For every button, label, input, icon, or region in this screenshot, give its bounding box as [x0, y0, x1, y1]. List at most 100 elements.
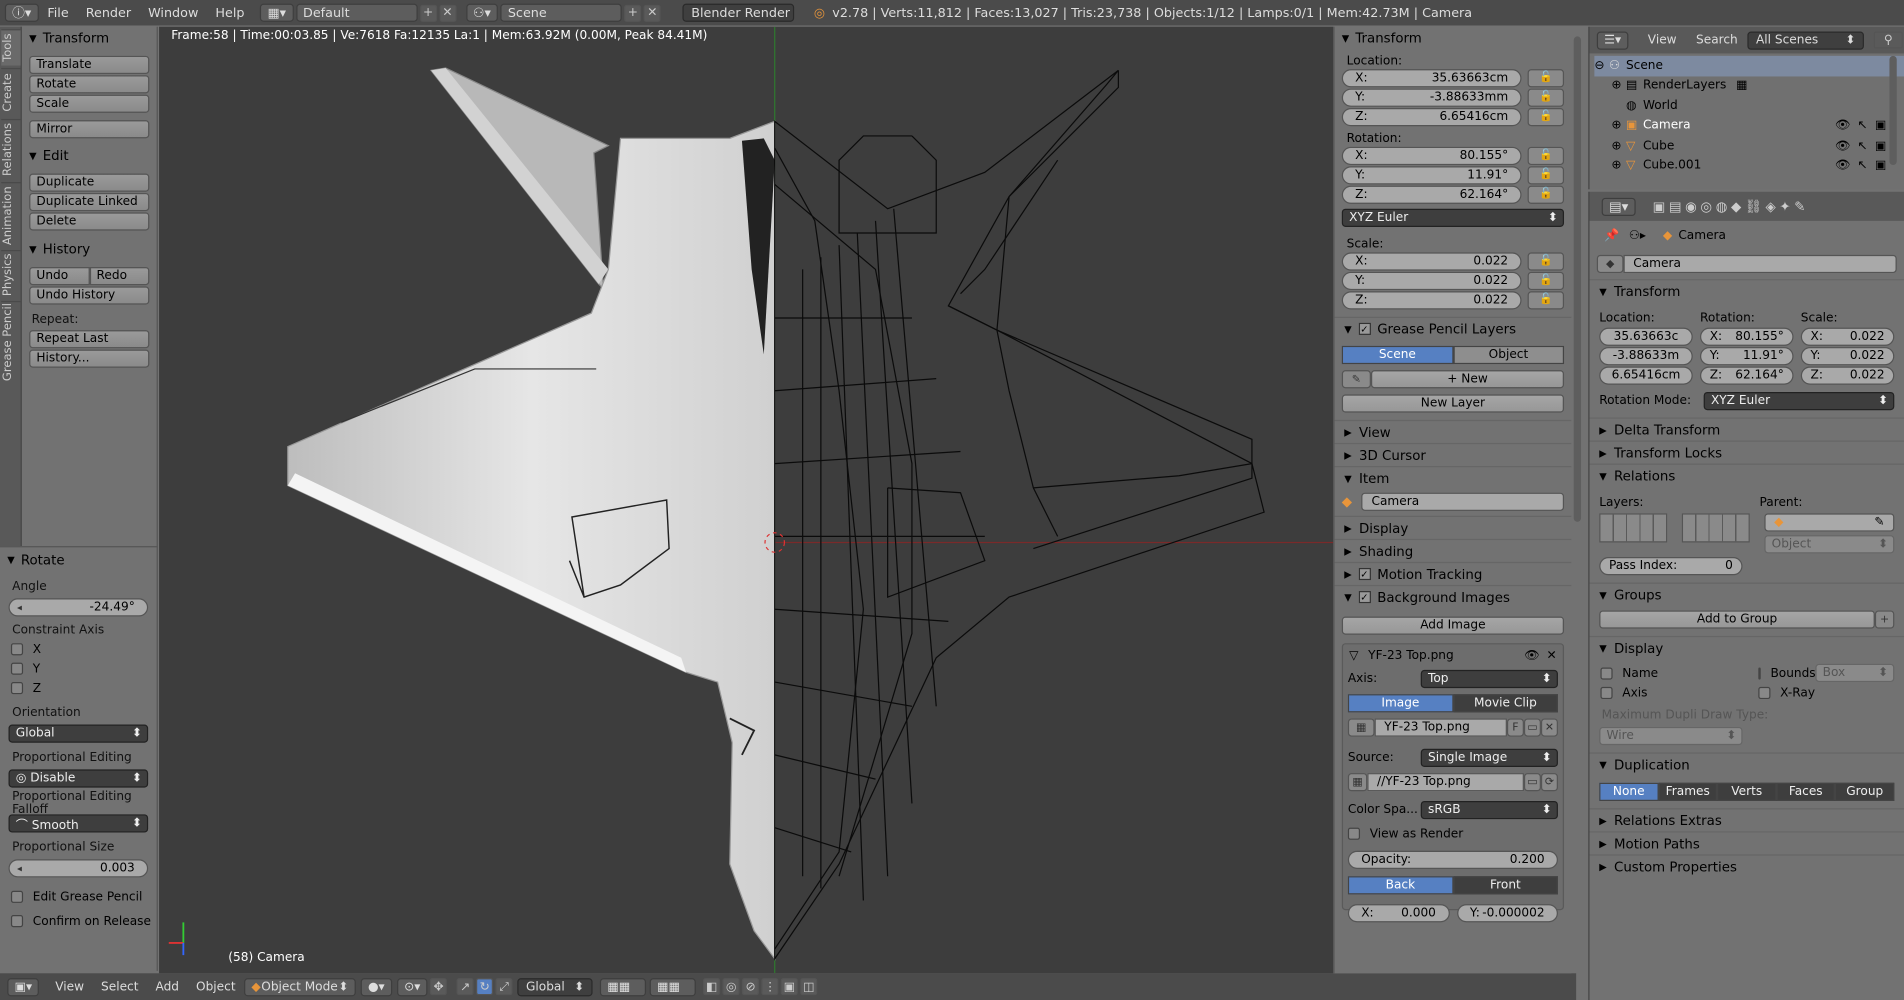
- layout-icon[interactable]: ▦▾: [260, 3, 294, 22]
- lock-icon[interactable]: 🔓: [1527, 290, 1565, 309]
- scale-z-field[interactable]: Z: 0.022: [1800, 366, 1895, 385]
- outliner-scrollbar[interactable]: [1889, 55, 1897, 166]
- snap-element-icon[interactable]: ⋮: [761, 978, 779, 996]
- checkbox-icon[interactable]: ✓: [1358, 591, 1372, 604]
- layers-grid-2[interactable]: ▦▦: [649, 977, 697, 996]
- lock-icon[interactable]: 🔓: [1527, 271, 1565, 290]
- lock-icon[interactable]: 🔓: [1527, 185, 1565, 204]
- shading-panel-header[interactable]: ▶ Shading: [1334, 538, 1572, 562]
- custom-properties-panel-header[interactable]: ▶ Custom Properties: [1589, 854, 1904, 877]
- name-checkbox[interactable]: Name: [1590, 664, 1748, 683]
- item-name-field[interactable]: Camera: [1361, 492, 1565, 511]
- menu-add[interactable]: Add: [147, 980, 188, 993]
- dupli-frames-option[interactable]: Frames: [1658, 782, 1718, 801]
- path-field[interactable]: //YF-23 Top.png: [1367, 773, 1524, 792]
- location-y-field[interactable]: Y: -3.88633mm: [1341, 87, 1522, 107]
- image-file-field[interactable]: YF-23 Top.png: [1374, 718, 1507, 737]
- gp-layers-panel-header[interactable]: ▼ ✓ Grease Pencil Layers: [1334, 316, 1572, 340]
- tab-relations[interactable]: Relations: [1, 118, 21, 180]
- image-option[interactable]: Image: [1347, 694, 1453, 713]
- lock-icon[interactable]: 🔓: [1527, 251, 1565, 271]
- rotation-mode-select[interactable]: XYZ Euler ⬍: [1703, 391, 1895, 411]
- operator-panel-header[interactable]: ▼ Rotate: [0, 549, 157, 571]
- delete-button[interactable]: Delete: [29, 212, 150, 231]
- angle-field[interactable]: ◂ -24.49°: [8, 598, 149, 617]
- duplicate-button[interactable]: Duplicate: [29, 173, 150, 192]
- edit-panel-header[interactable]: ▼ Edit: [22, 144, 157, 166]
- display-mode-select[interactable]: All Scenes ⬍: [1747, 30, 1865, 50]
- duplication-panel-header[interactable]: ▼ Duplication: [1589, 752, 1904, 775]
- scale-manip-icon[interactable]: ⤢: [495, 978, 513, 996]
- opacity-field[interactable]: Opacity: 0.200: [1347, 850, 1558, 869]
- edit-grease-pencil-checkbox[interactable]: Edit Grease Pencil: [0, 885, 157, 909]
- outliner-item-cube001[interactable]: ⊕ ▽ Cube.001 👁 ↖ ▣: [1594, 156, 1904, 176]
- menu-view[interactable]: View: [1648, 33, 1677, 46]
- fake-user-button[interactable]: F: [1506, 718, 1524, 737]
- menu-search[interactable]: Search: [1696, 33, 1738, 46]
- rotation-mode-select[interactable]: XYZ Euler ⬍: [1341, 208, 1565, 227]
- pin-icon[interactable]: 📌: [1604, 229, 1619, 242]
- camera-render-icon[interactable]: ◫: [800, 978, 818, 996]
- transform-locks-panel-header[interactable]: ▶ Transform Locks: [1589, 440, 1904, 464]
- tab-tools[interactable]: Tools: [1, 29, 21, 66]
- eye-icon[interactable]: 👁: [1835, 119, 1850, 132]
- xray-checkbox[interactable]: X-Ray: [1747, 683, 1815, 702]
- menu-window[interactable]: Window: [140, 5, 207, 20]
- outliner-item-renderlayers[interactable]: ⊕ ▤ RenderLayers ▦: [1594, 76, 1904, 96]
- dupli-draw-type-select[interactable]: Wire ⬍: [1599, 726, 1743, 746]
- checkbox-icon[interactable]: ✓: [1358, 322, 1372, 335]
- back-option[interactable]: Back: [1347, 876, 1453, 895]
- object-name-field[interactable]: Camera: [1623, 254, 1897, 274]
- orientation-select[interactable]: Global ⬍: [517, 977, 593, 996]
- location-x-field[interactable]: X: 35.63663cm: [1341, 68, 1522, 87]
- redo-button[interactable]: Redo: [89, 266, 150, 286]
- rotation-z-field[interactable]: Z: 62.164°: [1341, 185, 1522, 204]
- lock-icon[interactable]: 🔓: [1527, 146, 1565, 165]
- history-panel-header[interactable]: ▼ History: [22, 238, 157, 260]
- colorspace-select[interactable]: sRGB ⬍: [1420, 800, 1558, 819]
- groups-panel-header[interactable]: ▼ Groups: [1589, 582, 1904, 606]
- prop-size-field[interactable]: ◂ 0.003: [8, 859, 149, 878]
- add-image-button[interactable]: Add Image: [1341, 616, 1565, 635]
- editor-type-outliner[interactable]: ☰▾: [1596, 30, 1629, 50]
- object-browse-icon[interactable]: ◆: [1596, 254, 1624, 274]
- delta-transform-panel-header[interactable]: ▶ Delta Transform: [1589, 417, 1904, 440]
- menu-file[interactable]: File: [39, 5, 77, 20]
- location-y-field[interactable]: -3.88633m: [1599, 347, 1693, 366]
- reload-icon[interactable]: ⟳: [1540, 773, 1558, 792]
- location-z-field[interactable]: 6.65416cm: [1599, 366, 1693, 385]
- layout-select[interactable]: Default: [295, 3, 418, 22]
- remove-layout-icon[interactable]: ✕: [439, 4, 457, 22]
- outliner-item-world[interactable]: ◍ World: [1594, 96, 1904, 116]
- snap-icon[interactable]: ⊘: [742, 978, 760, 996]
- constraint-x-checkbox[interactable]: X: [0, 640, 157, 659]
- tab-animation[interactable]: Animation: [1, 182, 21, 248]
- bg-image-header[interactable]: ▽ YF-23 Top.png 👁 ✕: [1343, 644, 1563, 666]
- lock-icon[interactable]: 🔓: [1527, 68, 1565, 87]
- scene-select[interactable]: Scene: [500, 3, 622, 22]
- prop-edit-select[interactable]: ◎ Disable ⬍: [8, 769, 149, 788]
- undo-button[interactable]: Undo: [29, 266, 90, 286]
- cursor-icon[interactable]: ↖: [1858, 139, 1868, 152]
- axis-checkbox[interactable]: Axis: [1590, 683, 1748, 702]
- repeat-last-button[interactable]: Repeat Last: [29, 330, 150, 349]
- tab-create[interactable]: Create: [1, 67, 21, 117]
- location-z-field[interactable]: Z: 6.65416cm: [1341, 107, 1522, 126]
- cursor-icon[interactable]: ↖: [1858, 159, 1868, 172]
- scale-y-field[interactable]: Y: 0.022: [1800, 347, 1895, 366]
- eye-icon[interactable]: 👁: [1835, 159, 1850, 172]
- render-preview-icon[interactable]: ▣: [781, 978, 799, 996]
- display-panel-header[interactable]: ▼ Display: [1589, 635, 1904, 659]
- unlink-icon[interactable]: ✕: [1540, 718, 1558, 737]
- editor-type-properties[interactable]: ▤▾: [1601, 197, 1636, 216]
- folder-icon[interactable]: ▭: [1523, 718, 1541, 737]
- context-tabs-icons[interactable]: ▣▤◉◎◍◆⛓◈✦✎: [1653, 198, 1810, 214]
- confirm-release-checkbox[interactable]: Confirm on Release: [0, 909, 157, 933]
- bounds-type-select[interactable]: Box ⬍: [1815, 663, 1895, 683]
- translate-manip-icon[interactable]: ↗: [456, 978, 474, 996]
- 3d-cursor-panel-header[interactable]: ▶ 3D Cursor: [1334, 442, 1572, 466]
- mirror-button[interactable]: Mirror: [29, 120, 150, 139]
- scale-x-field[interactable]: X: 0.022: [1341, 251, 1522, 271]
- gp-object-option[interactable]: Object: [1452, 345, 1565, 365]
- tab-grease-pencil[interactable]: Grease Pencil: [1, 300, 21, 382]
